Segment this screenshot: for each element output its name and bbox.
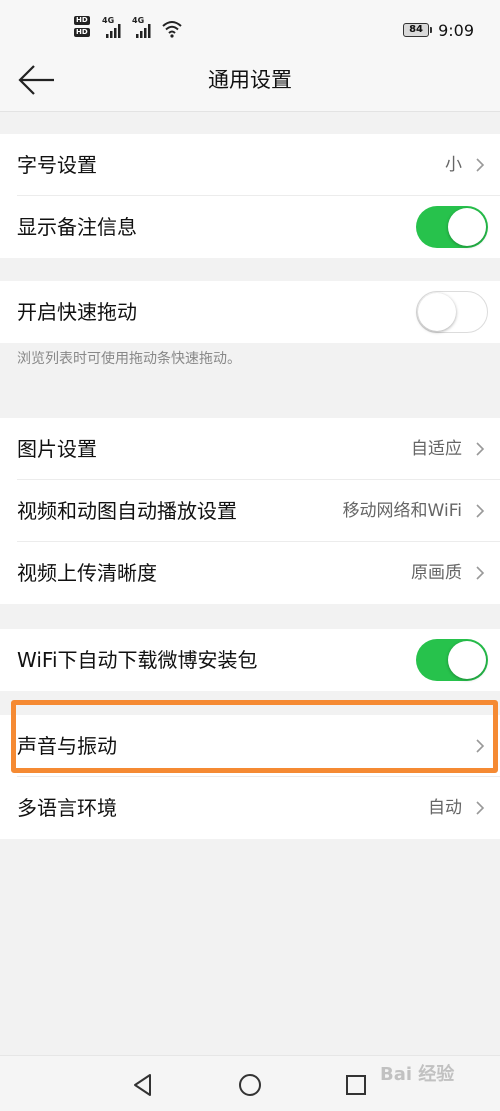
back-triangle-icon[interactable] (130, 1072, 156, 1098)
quick-drag-row: 开启快速拖动 (0, 281, 500, 343)
hd-badge: HD (74, 28, 90, 37)
chevron-right-icon (476, 504, 485, 518)
status-right: 84 9:09 (403, 20, 474, 40)
chevron-right-icon (476, 801, 485, 815)
chevron-right-icon (476, 739, 485, 753)
back-arrow-icon[interactable] (14, 62, 60, 98)
wifi-icon (162, 21, 182, 38)
video-upload-row[interactable]: 视频上传清晰度 原画质 (0, 542, 500, 604)
toggle-knob (448, 641, 486, 679)
show-remarks-toggle[interactable] (416, 206, 488, 248)
wifi-download-toggle[interactable] (416, 639, 488, 681)
show-remarks-row: 显示备注信息 (0, 196, 500, 258)
font-size-value: 小 (445, 155, 462, 175)
image-settings-label: 图片设置 (17, 437, 97, 461)
navigation-bar: 通用设置 (0, 48, 500, 112)
clock: 9:09 (438, 20, 474, 40)
language-label: 多语言环境 (17, 796, 117, 820)
chevron-right-icon (476, 566, 485, 580)
toggle-knob (418, 293, 456, 331)
battery-icon: 84 (403, 23, 433, 37)
video-autoplay-label: 视频和动图自动播放设置 (17, 499, 237, 523)
show-remarks-label: 显示备注信息 (17, 215, 137, 239)
hd-badge: HD (74, 16, 90, 25)
wifi-download-row: WiFi下自动下载微博安装包 (0, 629, 500, 691)
home-circle-icon[interactable] (237, 1072, 263, 1098)
sound-vibration-label: 声音与振动 (17, 734, 117, 758)
font-size-label: 字号设置 (17, 153, 97, 177)
sound-vibration-row[interactable]: 声音与振动 (0, 715, 500, 777)
quick-drag-toggle[interactable] (416, 291, 488, 333)
video-upload-label: 视频上传清晰度 (17, 561, 157, 585)
recents-square-icon[interactable] (343, 1072, 369, 1098)
status-bar: HD HD 4G 4G 84 9:09 (0, 0, 500, 48)
video-autoplay-row[interactable]: 视频和动图自动播放设置 移动网络和WiFi (0, 480, 500, 542)
wifi-download-label: WiFi下自动下载微博安装包 (17, 648, 258, 672)
watermark: Bai 经验 (380, 1064, 455, 1085)
toggle-knob (448, 208, 486, 246)
quick-drag-label: 开启快速拖动 (17, 300, 137, 324)
image-settings-row[interactable]: 图片设置 自适应 (0, 418, 500, 480)
quick-drag-hint: 浏览列表时可使用拖动条快速拖动。 (17, 351, 241, 367)
signal-icon (106, 24, 121, 38)
chevron-right-icon (476, 442, 485, 456)
font-size-row[interactable]: 字号设置 小 (0, 134, 500, 196)
page-title: 通用设置 (208, 68, 292, 92)
language-value: 自动 (428, 798, 462, 818)
chevron-right-icon (476, 158, 485, 172)
video-upload-value: 原画质 (411, 563, 462, 583)
video-autoplay-value: 移动网络和WiFi (342, 501, 462, 521)
language-row[interactable]: 多语言环境 自动 (0, 777, 500, 839)
image-settings-value: 自适应 (411, 439, 462, 459)
signal-icon (136, 24, 151, 38)
